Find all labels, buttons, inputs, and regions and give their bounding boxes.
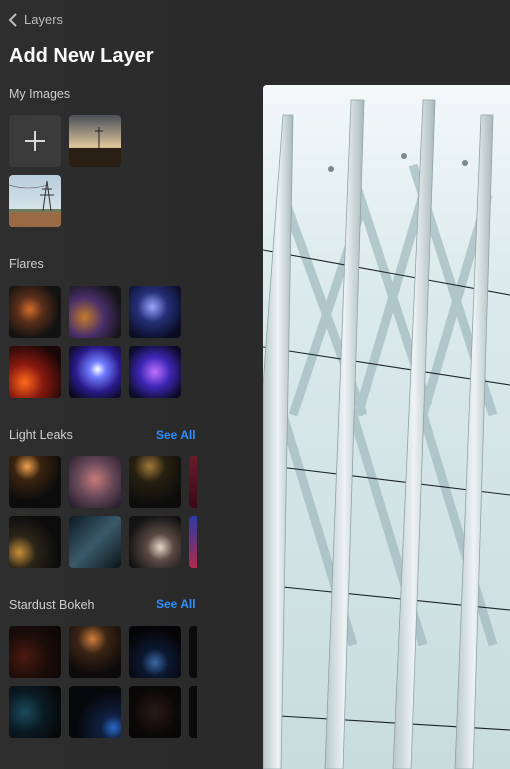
flare-thumb-2[interactable] [69,286,121,338]
section-title-flares: Flares [9,257,44,271]
light-leak-thumb-7[interactable] [129,516,181,568]
bokeh-thumb-5[interactable] [9,686,61,738]
light-leaks-see-all-link[interactable]: See All [156,428,196,442]
light-leak-thumb-8-partial[interactable] [189,516,197,568]
flare-thumb-1[interactable] [9,286,61,338]
image-canvas[interactable] [263,85,510,769]
light-leak-thumb-5[interactable] [9,516,61,568]
back-button[interactable]: Layers [8,12,63,27]
bokeh-thumb-1[interactable] [9,626,61,678]
bokeh-thumb-8-partial[interactable] [189,686,197,738]
flare-thumb-4[interactable] [9,346,61,398]
add-image-button[interactable] [9,115,61,167]
section-title-light-leaks: Light Leaks [9,428,73,442]
image-thumb-powerline-field[interactable] [9,175,61,227]
light-leak-thumb-1[interactable] [9,456,61,508]
bokeh-thumb-7[interactable] [129,686,181,738]
image-sunset-field [69,115,121,167]
section-title-stardust-bokeh: Stardust Bokeh [9,598,95,612]
stardust-bokeh-see-all-link[interactable]: See All [156,597,196,611]
plus-icon [25,131,45,151]
image-thumb-sunset-field[interactable] [69,115,121,167]
bokeh-thumb-6[interactable] [69,686,121,738]
flare-thumb-3[interactable] [129,286,181,338]
building-photo [263,85,510,769]
bokeh-thumb-2[interactable] [69,626,121,678]
flare-thumb-6[interactable] [129,346,181,398]
image-powerline-field [9,175,61,227]
bokeh-thumb-3[interactable] [129,626,181,678]
light-leak-thumb-3[interactable] [129,456,181,508]
light-leak-thumb-2[interactable] [69,456,121,508]
page-title: Add New Layer [9,45,154,67]
flare-thumb-5[interactable] [69,346,121,398]
back-label: Layers [24,12,64,27]
light-leak-thumb-6[interactable] [69,516,121,568]
layer-panel: Layers Add New Layer My Images Flares Li… [0,0,200,769]
light-leak-thumb-4-partial[interactable] [189,456,197,508]
chevron-left-icon [8,12,17,27]
bokeh-thumb-4-partial[interactable] [189,626,197,678]
section-title-my-images: My Images [9,87,71,101]
